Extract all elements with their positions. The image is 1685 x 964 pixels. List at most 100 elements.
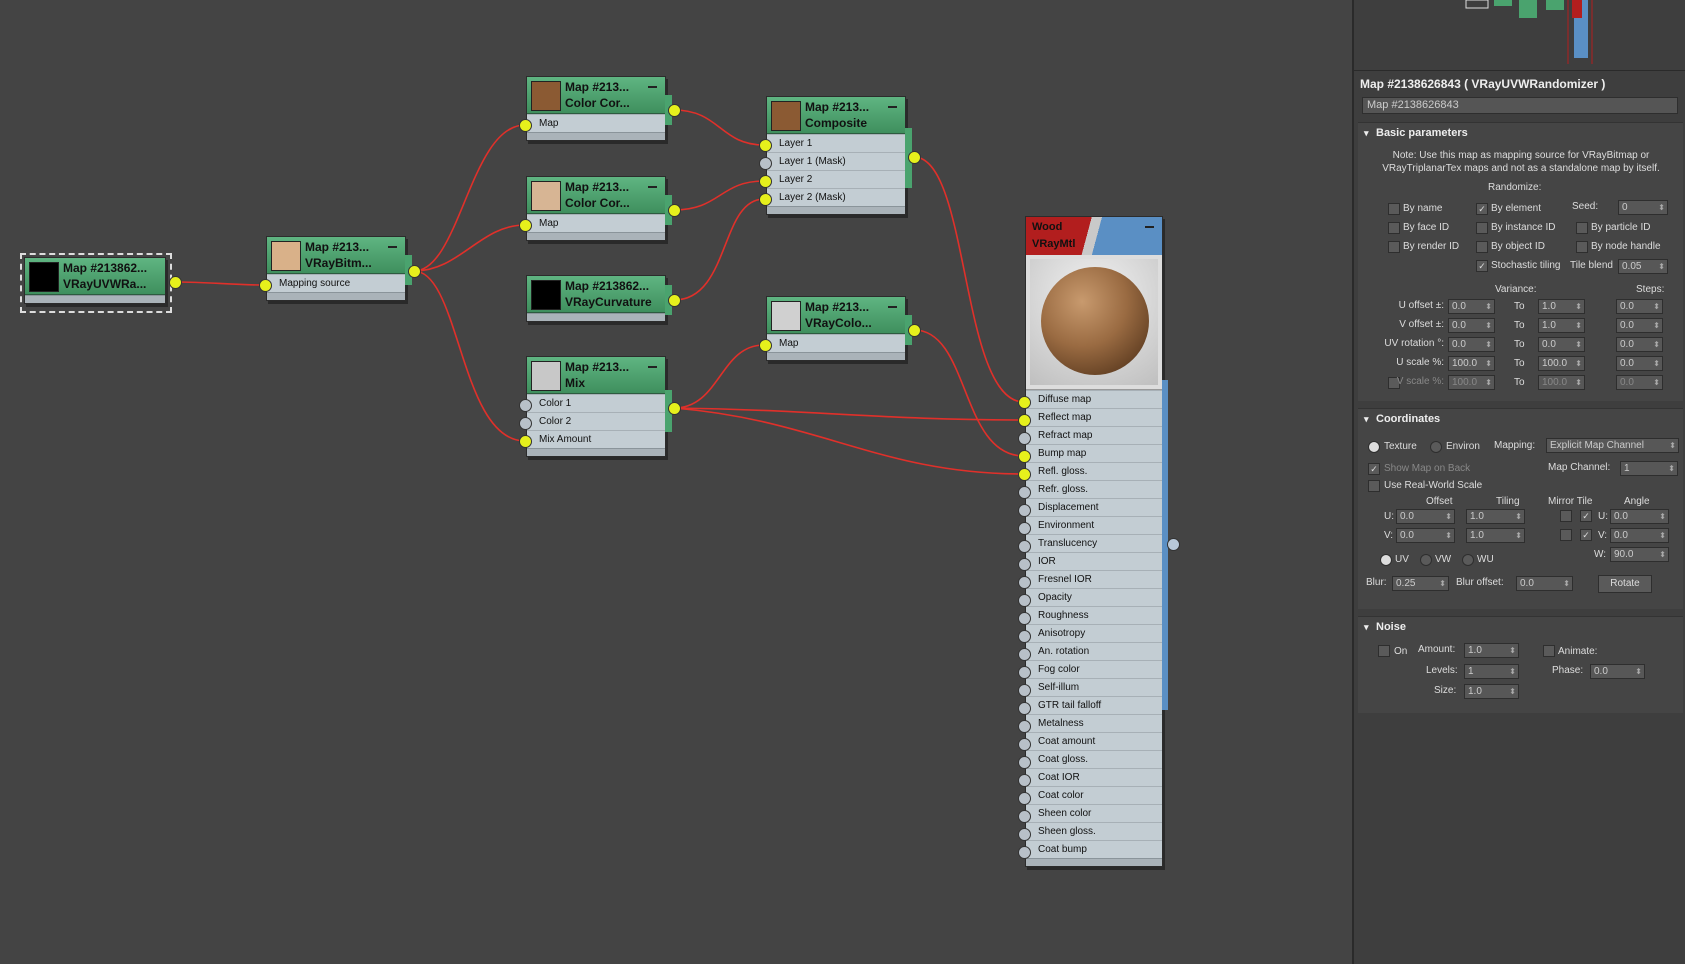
output-pin[interactable] — [668, 402, 681, 415]
node-color-correction-1[interactable]: Map #213... Color Cor... Map — [526, 76, 666, 141]
variance-from-spinner[interactable]: 0.0 — [1448, 299, 1495, 314]
wood-input-pin[interactable] — [1018, 774, 1031, 787]
w-angle-spinner[interactable]: 90.0 — [1610, 547, 1669, 562]
node-editor-canvas[interactable]: Map #213862... VRayUVWRa... Map #213... … — [0, 0, 1352, 964]
noise-size-spinner[interactable]: 1.0 — [1464, 684, 1519, 699]
input-pin-layer-2-mask[interactable] — [759, 193, 772, 206]
uv-radio[interactable] — [1380, 554, 1392, 566]
variance-from-spinner[interactable]: 100.0 — [1448, 356, 1495, 371]
wood-input-pin[interactable] — [1018, 648, 1031, 661]
map-name-field[interactable]: Map #2138626843 — [1362, 97, 1678, 114]
input-pin-layer-1-mask[interactable] — [759, 157, 772, 170]
variance-to-spinner[interactable]: 1.0 — [1538, 318, 1585, 333]
rollout-header-coordinates[interactable]: Coordinates — [1358, 409, 1683, 429]
wood-input-pin[interactable] — [1018, 720, 1031, 733]
v-offset-spinner[interactable]: 0.0 — [1396, 528, 1455, 543]
wu-radio[interactable] — [1462, 554, 1474, 566]
collapse-icon[interactable] — [888, 306, 897, 308]
noise-levels-spinner[interactable]: 1 — [1464, 664, 1519, 679]
input-pin-map[interactable] — [759, 339, 772, 352]
input-pin-mapping-source[interactable] — [259, 279, 272, 292]
output-pin[interactable] — [908, 151, 921, 164]
mapping-dropdown[interactable]: Explicit Map Channel — [1546, 438, 1679, 453]
output-pin[interactable] — [169, 276, 182, 289]
output-pin[interactable] — [1167, 538, 1180, 551]
wood-input-pin[interactable] — [1018, 432, 1031, 445]
v-tile-checkbox[interactable]: ✓ — [1580, 529, 1592, 541]
seed-spinner[interactable]: 0 — [1618, 200, 1668, 215]
variance-steps-spinner[interactable]: 0.0 — [1616, 318, 1663, 333]
v-angle-spinner[interactable]: 0.0 — [1610, 528, 1669, 543]
real-world-scale-checkbox[interactable] — [1368, 480, 1380, 492]
noise-amount-spinner[interactable]: 1.0 — [1464, 643, 1519, 658]
node-mix[interactable]: Map #213... Mix Color 1 Color 2 Mix Amou… — [526, 356, 666, 457]
wood-input-pin[interactable] — [1018, 792, 1031, 805]
noise-animate-checkbox[interactable] — [1543, 645, 1555, 657]
rollout-header-noise[interactable]: Noise — [1358, 617, 1683, 637]
wood-input-pin[interactable] — [1018, 828, 1031, 841]
blur-offset-spinner[interactable]: 0.0 — [1516, 576, 1573, 591]
u-tile-checkbox[interactable]: ✓ — [1580, 510, 1592, 522]
wood-input-pin[interactable] — [1018, 594, 1031, 607]
wood-input-pin[interactable] — [1018, 630, 1031, 643]
input-pin-layer-2[interactable] — [759, 175, 772, 188]
variance-steps-spinner[interactable]: 0.0 — [1616, 375, 1663, 390]
variance-to-spinner[interactable]: 100.0 — [1538, 356, 1585, 371]
node-color-correction-2[interactable]: Map #213... Color Cor... Map — [526, 176, 666, 241]
collapse-icon[interactable] — [648, 186, 657, 188]
output-pin[interactable] — [908, 324, 921, 337]
collapse-icon[interactable] — [648, 366, 657, 368]
noise-on-checkbox[interactable] — [1378, 645, 1390, 657]
wood-input-pin[interactable] — [1018, 576, 1031, 589]
output-pin[interactable] — [668, 104, 681, 117]
variance-to-spinner[interactable]: 100.0 — [1538, 375, 1585, 390]
blur-spinner[interactable]: 0.25 — [1392, 576, 1449, 591]
variance-steps-spinner[interactable]: 0.0 — [1616, 299, 1663, 314]
by-instance-id-checkbox[interactable] — [1476, 222, 1488, 234]
output-pin[interactable] — [668, 294, 681, 307]
input-pin-color-1[interactable] — [519, 399, 532, 412]
vw-radio[interactable] — [1420, 554, 1432, 566]
collapse-icon[interactable] — [388, 246, 397, 248]
u-angle-spinner[interactable]: 0.0 — [1610, 509, 1669, 524]
variance-steps-spinner[interactable]: 0.0 — [1616, 356, 1663, 371]
variance-from-spinner[interactable]: 100.0 — [1448, 375, 1495, 390]
by-element-checkbox[interactable]: ✓ — [1476, 203, 1488, 215]
node-vraycolor[interactable]: Map #213... VRayColo... Map — [766, 296, 906, 361]
by-particle-id-checkbox[interactable] — [1576, 222, 1588, 234]
by-name-checkbox[interactable] — [1388, 203, 1400, 215]
texture-radio[interactable] — [1368, 441, 1380, 453]
wood-input-pin[interactable] — [1018, 684, 1031, 697]
show-map-on-back-checkbox[interactable]: ✓ — [1368, 463, 1380, 475]
by-face-id-checkbox[interactable] — [1388, 222, 1400, 234]
wood-input-pin[interactable] — [1018, 756, 1031, 769]
wood-input-pin[interactable] — [1018, 450, 1031, 463]
wood-input-pin[interactable] — [1018, 486, 1031, 499]
variance-steps-spinner[interactable]: 0.0 — [1616, 337, 1663, 352]
input-pin-layer-1[interactable] — [759, 139, 772, 152]
u-mirror-checkbox[interactable] — [1560, 510, 1572, 522]
rollout-header-basic[interactable]: Basic parameters — [1358, 123, 1683, 143]
by-object-id-checkbox[interactable] — [1476, 241, 1488, 253]
wood-input-pin[interactable] — [1018, 522, 1031, 535]
output-pin[interactable] — [408, 265, 421, 278]
input-pin-map[interactable] — [519, 119, 532, 132]
collapse-icon[interactable] — [888, 106, 897, 108]
variance-from-spinner[interactable]: 0.0 — [1448, 318, 1495, 333]
wood-input-pin[interactable] — [1018, 504, 1031, 517]
wood-input-pin[interactable] — [1018, 468, 1031, 481]
wood-input-pin[interactable] — [1018, 702, 1031, 715]
node-wood-vraymtl[interactable]: Wood VRayMtl Diffuse map Reflect map Refra… — [1025, 216, 1163, 867]
wood-input-pin[interactable] — [1018, 738, 1031, 751]
noise-phase-spinner[interactable]: 0.0 — [1590, 664, 1645, 679]
wood-input-pin[interactable] — [1018, 558, 1031, 571]
input-pin-mix-amount[interactable] — [519, 435, 532, 448]
v-tiling-spinner[interactable]: 1.0 — [1466, 528, 1525, 543]
u-tiling-spinner[interactable]: 1.0 — [1466, 509, 1525, 524]
u-offset-spinner[interactable]: 0.0 — [1396, 509, 1455, 524]
map-channel-spinner[interactable]: 1 — [1620, 461, 1678, 476]
wood-input-pin[interactable] — [1018, 846, 1031, 859]
stochastic-tiling-checkbox[interactable]: ✓ — [1476, 260, 1488, 272]
output-pin[interactable] — [668, 204, 681, 217]
environ-radio[interactable] — [1430, 441, 1442, 453]
